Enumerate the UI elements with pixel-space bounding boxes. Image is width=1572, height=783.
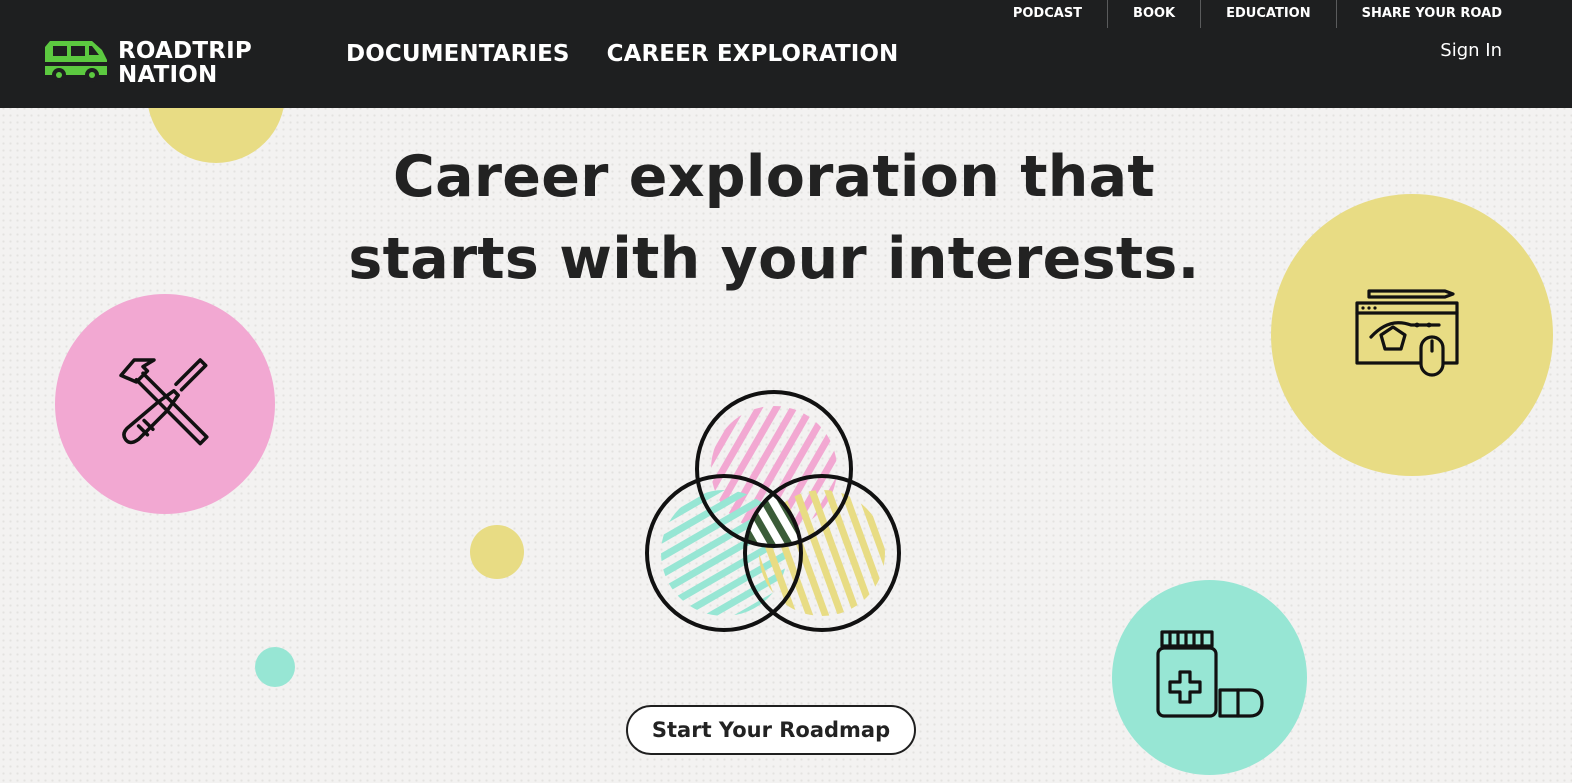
nav-podcast[interactable]: PODCAST: [988, 0, 1107, 28]
site-header: ROADTRIP NATION DOCUMENTARIES CAREER EXP…: [0, 0, 1572, 108]
trades-interest-circle: [55, 294, 275, 514]
design-software-icon: [1355, 289, 1459, 377]
logo-wordmark: ROADTRIP NATION: [118, 39, 252, 87]
roadtrip-nation-logo[interactable]: ROADTRIP NATION: [42, 38, 252, 87]
nav-share-your-road[interactable]: SHARE YOUR ROAD: [1335, 0, 1530, 28]
hammer-screwdriver-icon: [119, 358, 209, 446]
nav-education[interactable]: EDUCATION: [1200, 0, 1335, 28]
main-nav: DOCUMENTARIES CAREER EXPLORATION: [346, 41, 898, 67]
nav-book[interactable]: BOOK: [1107, 0, 1200, 28]
design-interest-circle: [1271, 194, 1553, 476]
logo-line-2: NATION: [118, 62, 218, 88]
start-your-roadmap-button[interactable]: Start Your Roadmap: [626, 705, 916, 755]
nav-career-exploration[interactable]: CAREER EXPLORATION: [607, 41, 899, 67]
medicine-bottle-icon: [1155, 629, 1264, 718]
utility-nav: PODCAST BOOK EDUCATION SHARE YOUR ROAD: [988, 0, 1530, 28]
nav-documentaries[interactable]: DOCUMENTARIES: [346, 41, 570, 67]
van-icon: [45, 41, 107, 82]
decorative-dot-small-teal: [255, 647, 295, 687]
logo-line-1: ROADTRIP: [118, 38, 252, 64]
sign-in-link[interactable]: Sign In: [1440, 40, 1502, 61]
health-interest-circle: [1112, 580, 1307, 775]
decorative-dot-small-yellow: [470, 525, 524, 579]
venn-diagram-icon: [645, 390, 901, 632]
